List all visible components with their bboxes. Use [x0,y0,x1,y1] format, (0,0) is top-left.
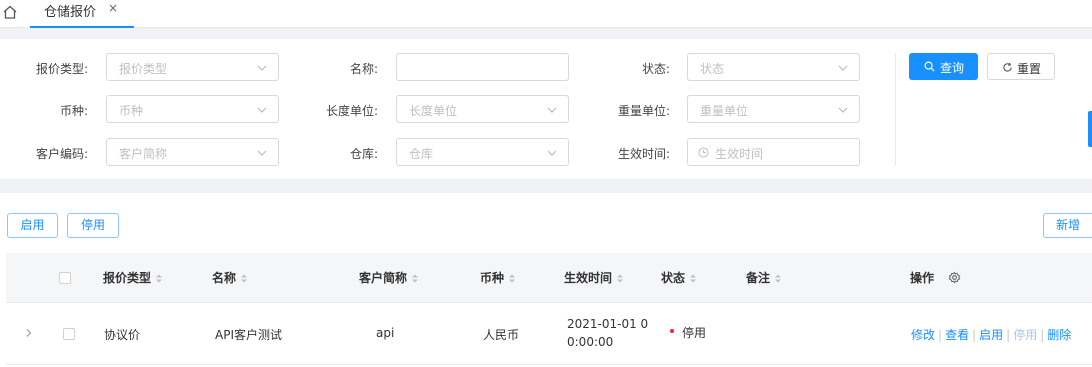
chevron-right-icon[interactable] [24,328,33,338]
cell-effective-time-line1: 2021-01-01 0 [567,317,649,331]
column-quote-type[interactable]: 报价类型 [103,269,163,286]
name-label: 名称: [349,62,378,76]
warehouse-placeholder: 仓库 [409,147,434,161]
status-dot [670,329,674,333]
cell-effective-time-line2: 0:00:00 [567,335,614,349]
weight-unit-label: 重量单位: [617,104,670,118]
column-status[interactable]: 状态 [661,269,697,286]
chevron-down-icon [838,107,848,113]
column-label: 客户简称 [359,271,408,285]
search-icon [924,61,935,72]
enable-link[interactable]: 启用 [979,328,1003,342]
column-label: 备注 [746,271,771,285]
quote-type-label: 报价类型: [35,62,88,76]
effective-time-label: 生效时间: [617,147,670,161]
chevron-down-icon [838,65,848,71]
sort-icon[interactable] [411,273,419,284]
chevron-down-icon [547,107,557,113]
sort-icon[interactable] [155,273,163,284]
column-effective-time[interactable]: 生效时间 [564,269,624,286]
currency-select[interactable]: 币种 [106,95,279,123]
refresh-icon [1003,62,1012,72]
effective-time-picker[interactable]: 生效时间 [687,138,860,166]
effective-time-placeholder: 生效时间 [715,147,764,161]
name-input[interactable] [396,53,569,81]
row-checkbox[interactable] [63,328,75,340]
customer-code-label: 客户编码: [35,147,88,161]
sort-icon[interactable] [616,273,624,284]
close-icon[interactable]: × [108,1,118,15]
cell-quote-type: 协议价 [104,328,141,342]
column-customer[interactable]: 客户简称 [359,269,419,286]
tab-label: 仓储报价 [44,5,97,20]
home-icon[interactable] [2,4,18,20]
spacer [0,179,1092,193]
select-all-checkbox[interactable] [59,272,71,284]
currency-placeholder: 币种 [119,104,144,118]
chevron-down-icon [257,107,267,113]
currency-label: 币种: [59,104,88,118]
length-unit-label: 长度单位: [325,104,378,118]
clock-icon [698,147,709,158]
table-header: 报价类型 名称 客户简称 币种 生效时间 状态 备注 操作 [6,253,1092,303]
column-label: 操作 [910,271,935,285]
customer-code-placeholder: 客户简称 [119,147,168,161]
column-label: 币种 [480,271,505,285]
tab-bar: 仓储报价 × [0,0,1092,28]
sort-icon[interactable] [774,273,782,284]
delete-link[interactable]: 删除 [1047,328,1071,342]
settings-gear-icon[interactable] [948,271,961,284]
row-actions: 修改 | 查看 | 启用 | 停用 | 删除 [911,328,1072,342]
warehouse-label: 仓库: [349,147,378,161]
column-name[interactable]: 名称 [212,269,248,286]
query-label: 查询 [940,61,965,75]
weight-unit-placeholder: 重量单位 [700,104,749,118]
cell-customer: api [376,326,395,340]
cell-status: 停用 [682,326,707,340]
view-link[interactable]: 查看 [945,328,969,342]
disable-link: 停用 [1013,328,1038,342]
quote-type-select[interactable]: 报价类型 [106,53,279,81]
column-label: 生效时间 [564,271,613,285]
column-actions: 操作 [910,269,934,286]
spacer [0,28,1092,39]
column-label: 名称 [212,271,237,285]
sort-icon[interactable] [240,273,248,284]
enable-button[interactable]: 启用 [7,213,58,238]
status-placeholder: 状态 [700,62,725,76]
warehouse-select[interactable]: 仓库 [396,138,569,166]
column-label: 报价类型 [103,271,152,285]
column-label: 状态 [661,271,686,285]
filter-panel: 报价类型: 报价类型 名称: 状态: 状态 币种: 币种 长度单位: 长度单位 … [0,39,1092,179]
query-button[interactable]: 查询 [909,53,978,80]
tab-warehouse-quote[interactable]: 仓储报价 × [30,0,134,28]
weight-unit-select[interactable]: 重量单位 [687,95,860,123]
sort-icon[interactable] [508,273,516,284]
add-button[interactable]: 新增 [1043,213,1092,238]
status-label: 状态: [641,62,670,76]
reset-button[interactable]: 重置 [987,53,1055,80]
cell-name: API客户测试 [215,328,282,342]
divider [895,53,896,165]
chevron-down-icon [257,65,267,71]
cell-currency: 人民币 [483,328,520,342]
edit-link[interactable]: 修改 [911,328,935,342]
column-currency[interactable]: 币种 [480,269,516,286]
status-select[interactable]: 状态 [687,53,860,81]
sort-icon[interactable] [689,273,697,284]
column-remark[interactable]: 备注 [746,269,782,286]
quote-type-placeholder: 报价类型 [119,62,168,76]
length-unit-placeholder: 长度单位 [409,104,458,118]
reset-label: 重置 [1017,62,1042,76]
chevron-down-icon [257,150,267,156]
length-unit-select[interactable]: 长度单位 [396,95,569,123]
customer-code-select[interactable]: 客户简称 [106,138,279,166]
disable-button[interactable]: 停用 [67,213,119,238]
chevron-down-icon [547,150,557,156]
table-row: 协议价 API客户测试 api 人民币 2021-01-01 0 0:00:00… [6,303,1092,365]
side-drawer-handle[interactable] [1088,111,1092,147]
